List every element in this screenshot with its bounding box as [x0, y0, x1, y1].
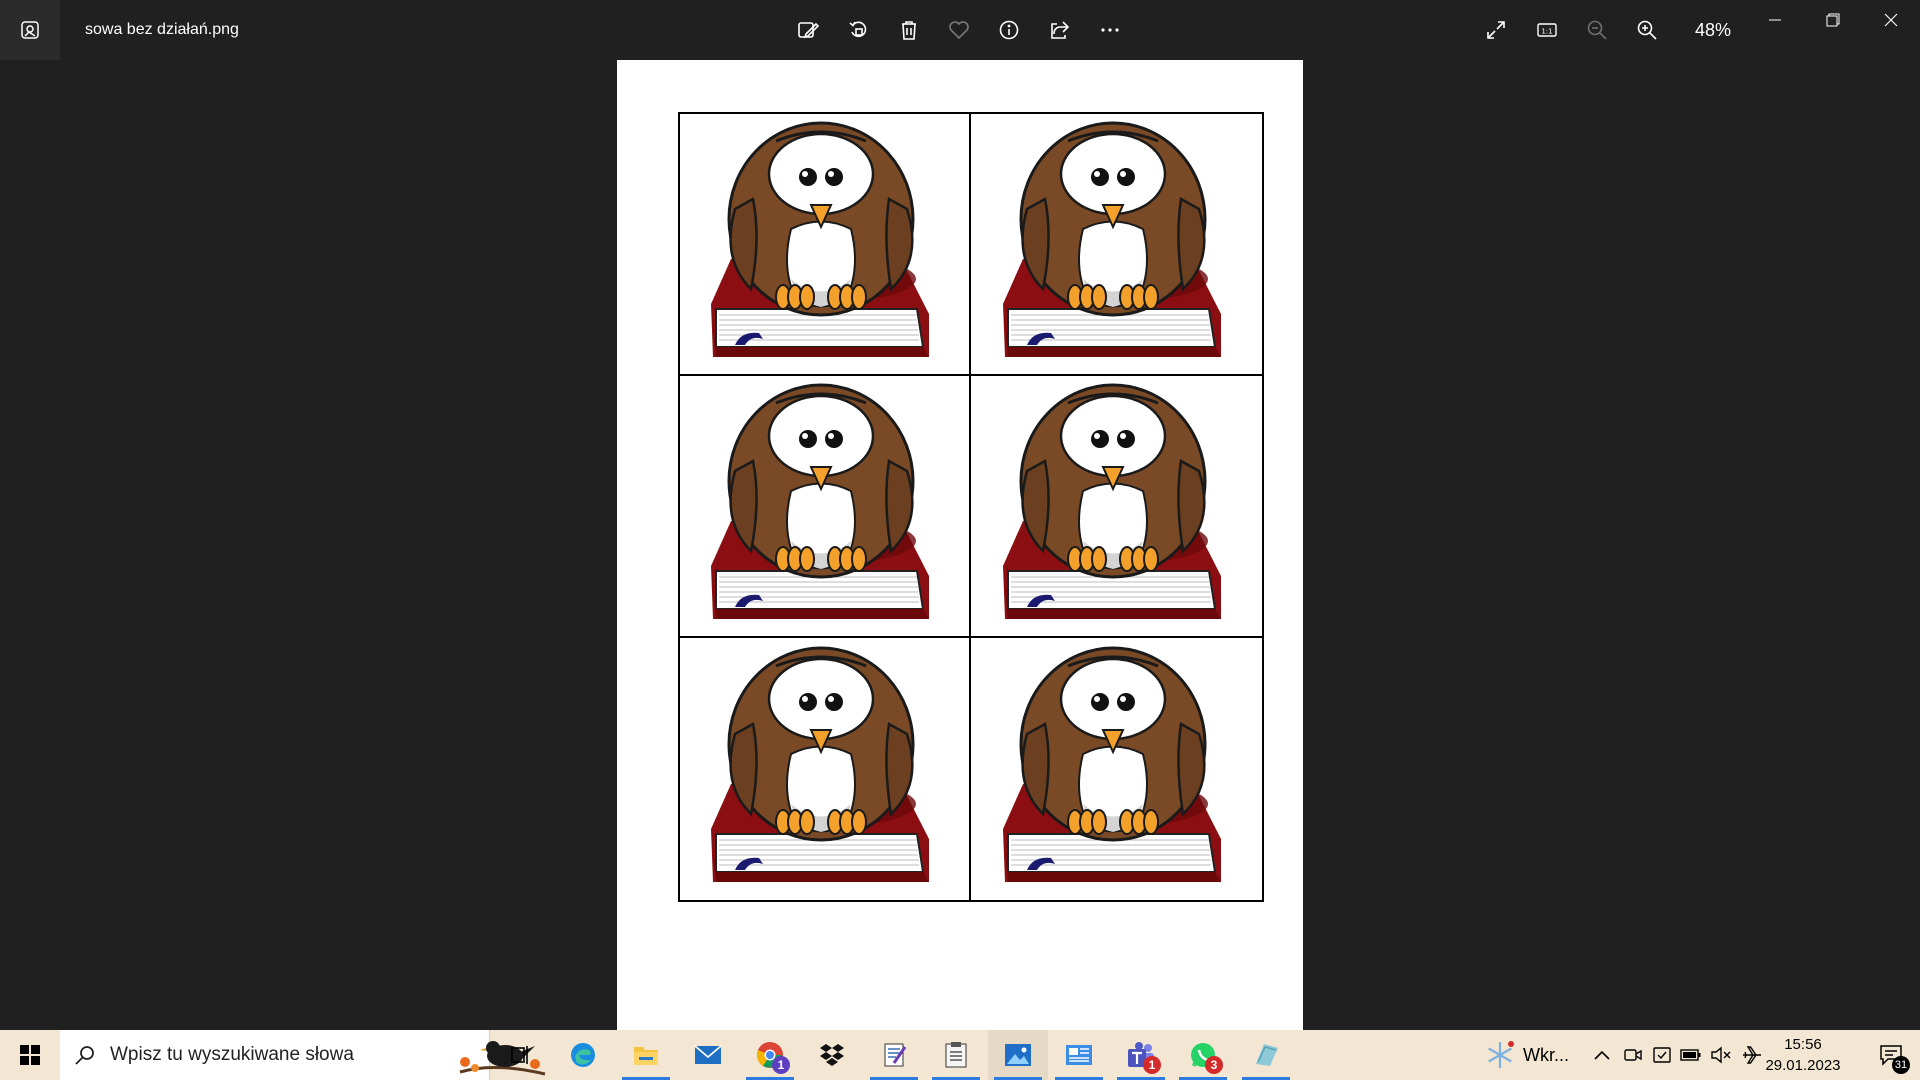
image-canvas[interactable] — [617, 60, 1303, 1030]
owl-on-book-illustration — [710, 646, 929, 882]
taskbar-clock[interactable]: 15:56 29.01.2023 — [1763, 1034, 1843, 1076]
snow-weather-icon — [1488, 1041, 1514, 1068]
security-icon[interactable] — [1650, 1043, 1674, 1067]
share-icon[interactable] — [1039, 10, 1079, 50]
owl-card-cell — [971, 114, 1262, 376]
weather-widget[interactable]: Wkr... — [1485, 1030, 1569, 1080]
folder-icon — [634, 1047, 658, 1065]
minimize-button[interactable] — [1746, 0, 1804, 40]
whatsapp-badge: 3 — [1205, 1056, 1223, 1074]
taskbar-whatsapp[interactable]: 3 — [1173, 1030, 1233, 1080]
owl-on-book-illustration — [710, 383, 929, 619]
notification-center-button[interactable]: 31 — [1862, 1030, 1920, 1080]
owl-card-cell — [971, 376, 1262, 638]
photos-icon — [1005, 1044, 1031, 1066]
taskbar-notes[interactable] — [926, 1030, 986, 1080]
teams-badge: 1 — [1143, 1056, 1161, 1074]
edge-icon — [571, 1043, 595, 1067]
delete-icon[interactable] — [889, 10, 929, 50]
news-icon — [1066, 1045, 1092, 1065]
more-icon[interactable] — [1090, 10, 1130, 50]
actual-size-icon[interactable]: 1:1 — [1527, 10, 1567, 50]
clock-date: 29.01.2023 — [1765, 1057, 1841, 1074]
taskbar-dropbox[interactable] — [802, 1030, 862, 1080]
window-title: sowa bez działań.png — [85, 21, 239, 38]
owl-card-cell — [680, 638, 971, 900]
rotate-icon[interactable] — [838, 10, 878, 50]
start-button[interactable] — [0, 1030, 60, 1080]
taskbar-mail[interactable] — [678, 1030, 738, 1080]
title-bar: sowa bez działań.png 1:1 48% — [0, 0, 1920, 60]
fullscreen-icon[interactable] — [1476, 10, 1516, 50]
owl-card-cell — [680, 376, 971, 638]
zoom-level[interactable]: 48% — [1683, 10, 1743, 50]
notification-count: 31 — [1892, 1056, 1910, 1074]
taskbar-teams[interactable]: 1 — [1111, 1030, 1171, 1080]
taskbar-edge[interactable] — [553, 1030, 613, 1080]
taskbar-search-box[interactable]: Wpisz tu wyszukiwane słowa — [60, 1030, 546, 1080]
editor-icon — [884, 1043, 907, 1067]
taskbar-photos[interactable] — [988, 1030, 1048, 1080]
windows-logo-icon — [20, 1045, 40, 1065]
owl-card-cell — [971, 638, 1262, 900]
notes-icon — [945, 1042, 967, 1068]
chrome-badge: 1 — [772, 1056, 790, 1074]
taskbar: Wpisz tu wyszukiwane słowa 1 1 3 Wkr... … — [0, 1030, 1920, 1080]
battery-icon[interactable] — [1679, 1043, 1703, 1067]
favorite-icon[interactable] — [939, 10, 979, 50]
volume-muted-icon[interactable] — [1709, 1043, 1733, 1067]
owl-on-book-illustration — [1002, 383, 1221, 619]
taskbar-editor[interactable] — [864, 1030, 924, 1080]
airplane-mode-icon[interactable] — [1740, 1043, 1764, 1067]
zoom-out-icon[interactable] — [1577, 10, 1617, 50]
task-view-button[interactable] — [490, 1030, 550, 1080]
info-icon[interactable] — [989, 10, 1029, 50]
meet-now-icon[interactable] — [1621, 1043, 1645, 1067]
edit-image-icon[interactable] — [788, 10, 828, 50]
owl-on-book-illustration — [1002, 121, 1221, 357]
owl-on-book-illustration — [710, 121, 929, 357]
svg-text:1:1: 1:1 — [1541, 28, 1552, 36]
taskbar-chrome[interactable]: 1 — [740, 1030, 800, 1080]
owl-on-book-illustration — [1002, 646, 1221, 882]
task-view-icon — [511, 1046, 528, 1064]
mail-icon — [694, 1045, 722, 1064]
taskbar-file-explorer[interactable] — [616, 1030, 676, 1080]
tray-overflow-chevron-icon[interactable] — [1590, 1043, 1614, 1067]
clock-time: 15:56 — [1784, 1036, 1822, 1053]
search-placeholder: Wpisz tu wyszukiwane słowa — [110, 1044, 354, 1065]
search-icon — [75, 1046, 94, 1065]
taskbar-news[interactable] — [1049, 1030, 1109, 1080]
weather-text: Wkr... — [1523, 1044, 1569, 1065]
restore-button[interactable] — [1804, 0, 1862, 40]
owl-card-grid — [678, 112, 1264, 902]
zoom-in-icon[interactable] — [1627, 10, 1667, 50]
edu-app-icon — [1256, 1044, 1278, 1066]
dropbox-icon — [820, 1044, 844, 1066]
owl-card-cell — [680, 114, 971, 376]
close-button[interactable] — [1862, 0, 1920, 40]
taskbar-edu-app[interactable] — [1236, 1030, 1296, 1080]
photos-app-icon[interactable] — [0, 0, 60, 60]
